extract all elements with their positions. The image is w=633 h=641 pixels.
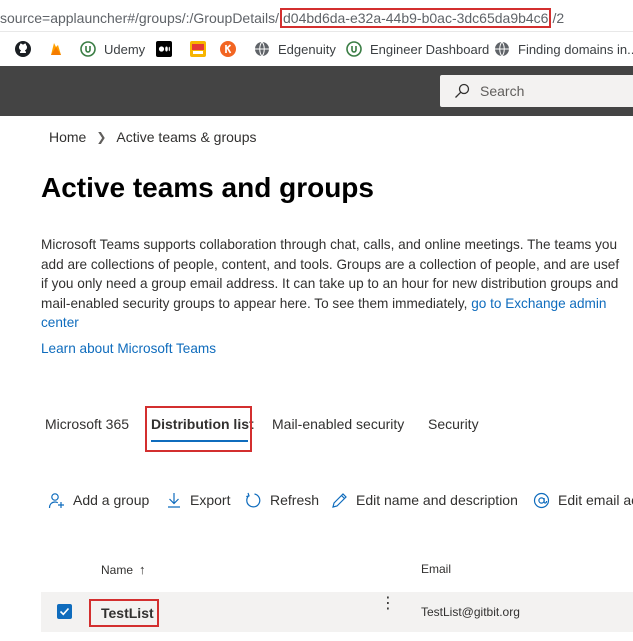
search-icon [455, 83, 470, 98]
refresh-button[interactable]: Refresh [245, 490, 319, 510]
github-icon [15, 41, 31, 57]
description-line: Microsoft Teams supports collaboration t… [41, 237, 618, 252]
export-label: Export [190, 492, 231, 508]
download-icon [168, 493, 180, 508]
bookmarks-bar: Udemy Edgenuity Engineer Dashboard Findi… [0, 32, 633, 66]
description-line-4: mail-enabled security groups to appear h… [41, 294, 633, 314]
edit-name-button[interactable]: Edit name and description [331, 490, 518, 510]
bookmark-photo-app[interactable] [190, 40, 214, 58]
column-header-email[interactable]: Email [421, 562, 451, 576]
group-email-cell: TestList@gitbit.org [421, 605, 520, 619]
tab-security[interactable]: Security [428, 416, 479, 432]
more-options-icon[interactable]: ⋮ [380, 596, 396, 612]
k-icon [220, 41, 236, 57]
address-bar[interactable]: source=applauncher#/groups/:/GroupDetail… [0, 0, 633, 32]
add-group-label: Add a group [73, 492, 150, 508]
refresh-icon [246, 492, 261, 507]
refresh-label: Refresh [270, 492, 320, 508]
tab-microsoft-365[interactable]: Microsoft 365 [45, 416, 129, 432]
globe-icon [495, 41, 509, 57]
bookmark-finding-domains[interactable]: Finding domains in... [494, 40, 633, 58]
globe-icon [255, 41, 269, 57]
exchange-admin-link[interactable]: go to Exchange admin [471, 296, 606, 311]
description-line: add are collections of people, content, … [41, 256, 620, 272]
breadcrumb-current[interactable]: Active teams & groups [116, 129, 256, 145]
edit-name-label: Edit name and description [356, 492, 518, 508]
search-placeholder: Search [480, 83, 525, 99]
bookmark-edgenuity[interactable]: Edgenuity [254, 40, 336, 58]
bookmark-label: Edgenuity [278, 41, 336, 57]
checkmark-icon [59, 607, 70, 616]
bookmark-medium[interactable] [156, 40, 180, 58]
firebase-icon [51, 43, 61, 55]
sort-ascending-icon: ↑ [139, 562, 146, 577]
udemy-icon [80, 41, 96, 57]
url-prefix: source=applauncher#/groups/:/GroupDetail… [0, 10, 280, 26]
search-input[interactable]: Search [440, 75, 633, 107]
bookmark-engineer-dashboard[interactable]: Engineer Dashboard [346, 40, 489, 58]
chevron-right-icon: ❯ [96, 130, 107, 144]
bookmark-udemy[interactable]: Udemy [80, 40, 145, 58]
udemy-icon [346, 41, 362, 57]
breadcrumb-home[interactable]: Home [49, 129, 86, 145]
at-icon [533, 492, 550, 508]
exchange-admin-link-cont[interactable]: center [41, 313, 633, 333]
url-suffix: /2 [552, 10, 565, 26]
bookmark-label: Finding domains in... [518, 41, 633, 57]
bookmark-label: Engineer Dashboard [370, 41, 490, 57]
tab-mail-enabled-security[interactable]: Mail-enabled security [272, 416, 404, 432]
admin-header: Search [0, 66, 633, 116]
bookmark-firebase[interactable] [48, 40, 72, 58]
description-line: if you only need a group email address. … [41, 276, 619, 291]
pencil-icon [332, 492, 347, 508]
bookmark-k[interactable] [220, 40, 244, 58]
column-header-name[interactable]: Name ↑ [101, 562, 146, 577]
learn-teams-link[interactable]: Learn about Microsoft Teams [41, 341, 216, 356]
photo-app-icon [190, 41, 206, 57]
add-group-button[interactable]: Add a group [48, 490, 149, 510]
url-text[interactable]: source=applauncher#/groups/:/GroupDetail… [0, 8, 564, 28]
highlight-box [145, 406, 252, 452]
breadcrumb: Home ❯ Active teams & groups [49, 129, 256, 145]
page-description: Microsoft Teams supports collaboration t… [41, 235, 633, 333]
bookmark-github[interactable] [15, 40, 39, 58]
highlight-box [89, 599, 159, 627]
export-button[interactable]: Export [166, 490, 230, 510]
edit-email-label: Edit email ac [558, 492, 633, 508]
bookmark-label: Udemy [104, 41, 146, 57]
column-name-label: Name [101, 562, 134, 577]
medium-icon [156, 41, 172, 57]
page-title: Active teams and groups [41, 172, 374, 203]
edit-email-button[interactable]: Edit email ac [533, 490, 633, 510]
url-group-id: d04bd6da-e32a-44b9-b0ac-3dc65da9b4c6 [280, 8, 552, 28]
row-checkbox[interactable] [57, 604, 72, 619]
description-text: mail-enabled security groups to appear h… [41, 295, 472, 311]
add-person-icon [48, 492, 64, 508]
